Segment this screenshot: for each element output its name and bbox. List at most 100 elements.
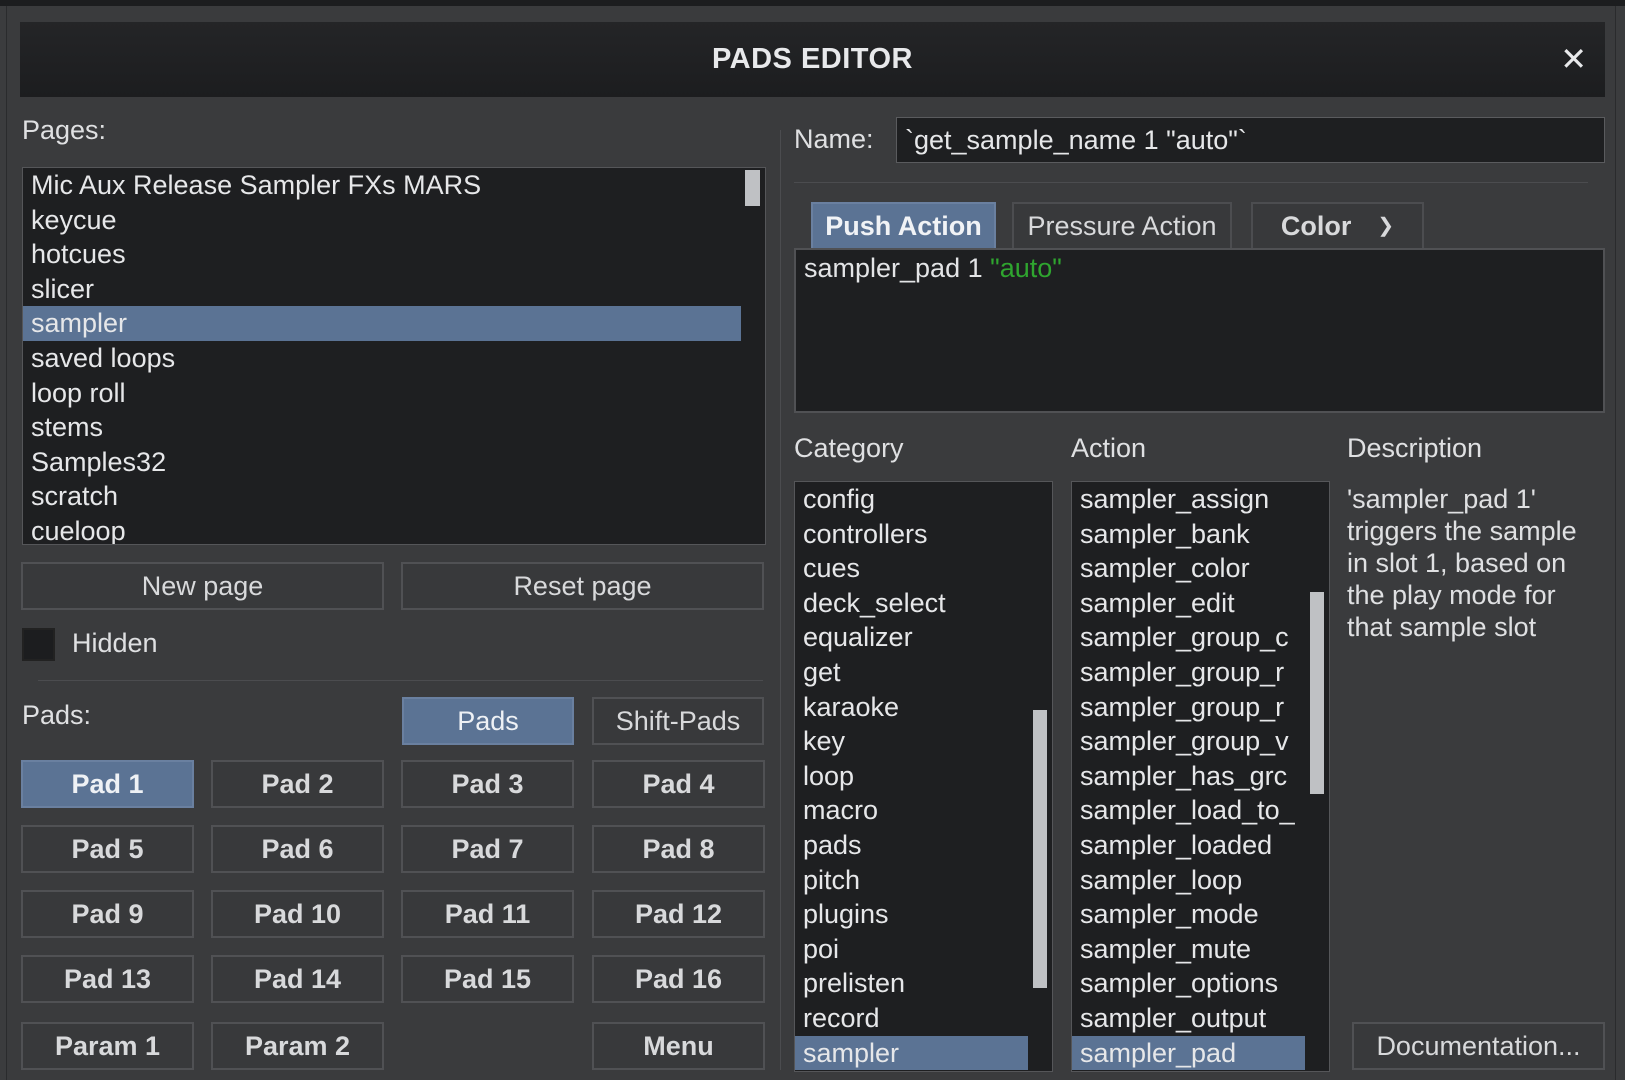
action-list-item[interactable]: sampler_pad (1072, 1035, 1305, 1071)
tab-color[interactable]: Color ❯ (1251, 202, 1424, 248)
chevron-down-icon: ❯ (1377, 215, 1395, 237)
category-list-item[interactable]: karaoke (795, 690, 1028, 725)
script-command: sampler_pad 1 (804, 253, 991, 283)
action-list-item[interactable]: sampler_mode (1072, 897, 1305, 932)
tab-pressure-action[interactable]: Pressure Action (1012, 202, 1232, 248)
action-list-item[interactable]: sampler_mute (1072, 932, 1305, 967)
page-list-item[interactable]: Mic Aux Release Sampler FXs MARS (23, 168, 741, 203)
page-list-item[interactable]: cueloop (23, 514, 741, 544)
page-list-item[interactable]: Samples32 (23, 445, 741, 480)
action-list-item[interactable]: sampler_loop (1072, 863, 1305, 898)
page-list-item[interactable]: scratch (23, 479, 741, 514)
category-list-item[interactable]: pitch (795, 863, 1028, 898)
pad-button[interactable]: Pad 10 (211, 890, 384, 938)
category-list-item[interactable]: deck_select (795, 586, 1028, 621)
pages-label: Pages: (22, 115, 107, 145)
pad-button[interactable]: Pad 11 (401, 890, 574, 938)
category-label: Category (794, 433, 904, 463)
title-bar[interactable]: PADS EDITOR ✕ (20, 22, 1605, 97)
page-list-item[interactable]: loop roll (23, 376, 741, 411)
pad-button[interactable]: Pad 1 (21, 760, 194, 808)
action-list-item[interactable]: sampler_group_r (1072, 655, 1305, 690)
category-list-item[interactable]: pads (795, 828, 1028, 863)
param-1-button[interactable]: Param 1 (21, 1022, 194, 1070)
category-list[interactable]: config controllers cues deck_select equalize… (794, 481, 1053, 1072)
category-list-item[interactable]: loop (795, 759, 1028, 794)
reset-page-button[interactable]: Reset page (401, 562, 764, 610)
category-list-item[interactable]: sampler (795, 1035, 1028, 1071)
pad-button[interactable]: Pad 5 (21, 825, 194, 873)
category-scroll-thumb[interactable] (1033, 710, 1047, 988)
shift-pads-toggle-button[interactable]: Shift-Pads (592, 697, 764, 745)
action-scroll-thumb[interactable] (1310, 592, 1324, 794)
page-list-item[interactable]: slicer (23, 272, 741, 307)
panel-separator (780, 130, 781, 1070)
pad-button[interactable]: Pad 4 (592, 760, 765, 808)
category-list-item[interactable]: poi (795, 932, 1028, 967)
category-list-item[interactable]: controllers (795, 517, 1028, 552)
pad-button[interactable]: Pad 9 (21, 890, 194, 938)
script-string-literal: "auto" (990, 253, 1062, 283)
hidden-label: Hidden (72, 628, 158, 658)
pad-button[interactable]: Pad 13 (21, 955, 194, 1003)
action-list-item[interactable]: sampler_options (1072, 966, 1305, 1001)
page-list-item[interactable]: sampler (23, 306, 741, 341)
category-list-item[interactable]: equalizer (795, 620, 1028, 655)
category-list-item[interactable]: key (795, 724, 1028, 759)
documentation-button[interactable]: Documentation... (1352, 1022, 1605, 1070)
category-list-item[interactable]: config (795, 482, 1028, 517)
dialog-title: PADS EDITOR (711, 43, 913, 75)
pages-scrollbar[interactable] (741, 168, 765, 544)
action-list-item[interactable]: sampler_bank (1072, 517, 1305, 552)
name-label: Name: (794, 124, 874, 154)
pad-button[interactable]: Pad 3 (401, 760, 574, 808)
action-list-item[interactable]: sampler_group_v (1072, 724, 1305, 759)
action-list-item[interactable]: sampler_assign (1072, 482, 1305, 517)
pad-button[interactable]: Pad 15 (401, 955, 574, 1003)
action-list-item[interactable]: sampler_load_to_ (1072, 793, 1305, 828)
action-list-item[interactable]: sampler_has_grc (1072, 759, 1305, 794)
action-list-item[interactable]: sampler_color (1072, 551, 1305, 586)
pad-button[interactable]: Pad 7 (401, 825, 574, 873)
script-editor[interactable]: sampler_pad 1 "auto" (794, 248, 1605, 413)
action-list-item[interactable]: sampler_edit (1072, 586, 1305, 621)
description-label: Description (1347, 433, 1483, 463)
pads-toggle-button[interactable]: Pads (402, 697, 574, 745)
action-list-item[interactable]: sampler_output (1072, 1001, 1305, 1036)
category-list-item[interactable]: prelisten (795, 966, 1028, 1001)
category-list-item[interactable]: record (795, 1001, 1028, 1036)
close-icon[interactable]: ✕ (1560, 22, 1587, 97)
action-list-item[interactable]: sampler_group_c (1072, 620, 1305, 655)
page-list-item[interactable]: hotcues (23, 237, 741, 272)
page-list-item[interactable]: stems (23, 410, 741, 445)
category-list-item[interactable]: macro (795, 793, 1028, 828)
pages-list[interactable]: Mic Aux Release Sampler FXs MARS keycue ho… (22, 167, 766, 545)
name-input[interactable]: `get_sample_name 1 "auto"` (896, 117, 1605, 163)
pad-button[interactable]: Pad 12 (592, 890, 765, 938)
pad-button[interactable]: Pad 8 (592, 825, 765, 873)
tab-push-action[interactable]: Push Action (811, 202, 996, 248)
action-scrollbar[interactable] (1305, 482, 1329, 1071)
pad-button[interactable]: Pad 14 (211, 955, 384, 1003)
action-label: Action (1071, 433, 1147, 463)
category-list-item[interactable]: plugins (795, 897, 1028, 932)
pad-button[interactable]: Pad 2 (211, 760, 384, 808)
tab-color-label: Color (1280, 211, 1352, 241)
action-list[interactable]: sampler_assign sampler_bank sampler_color s… (1071, 481, 1330, 1072)
action-list-item[interactable]: sampler_loaded (1072, 828, 1305, 863)
pad-button[interactable]: Pad 6 (211, 825, 384, 873)
page-list-item[interactable]: keycue (23, 203, 741, 238)
category-scrollbar[interactable] (1028, 482, 1052, 1071)
action-list-item[interactable]: sampler_group_r (1072, 690, 1305, 725)
category-list-item[interactable]: get (795, 655, 1028, 690)
pages-scroll-thumb[interactable] (745, 170, 760, 206)
section-divider (38, 680, 763, 681)
new-page-button[interactable]: New page (21, 562, 384, 610)
category-list-item[interactable]: cues (795, 551, 1028, 586)
hidden-checkbox[interactable] (22, 628, 55, 661)
menu-button[interactable]: Menu (592, 1022, 765, 1070)
pad-button[interactable]: Pad 16 (592, 955, 765, 1003)
param-2-button[interactable]: Param 2 (211, 1022, 384, 1070)
page-list-item[interactable]: saved loops (23, 341, 741, 376)
pads-label: Pads: (22, 700, 92, 730)
